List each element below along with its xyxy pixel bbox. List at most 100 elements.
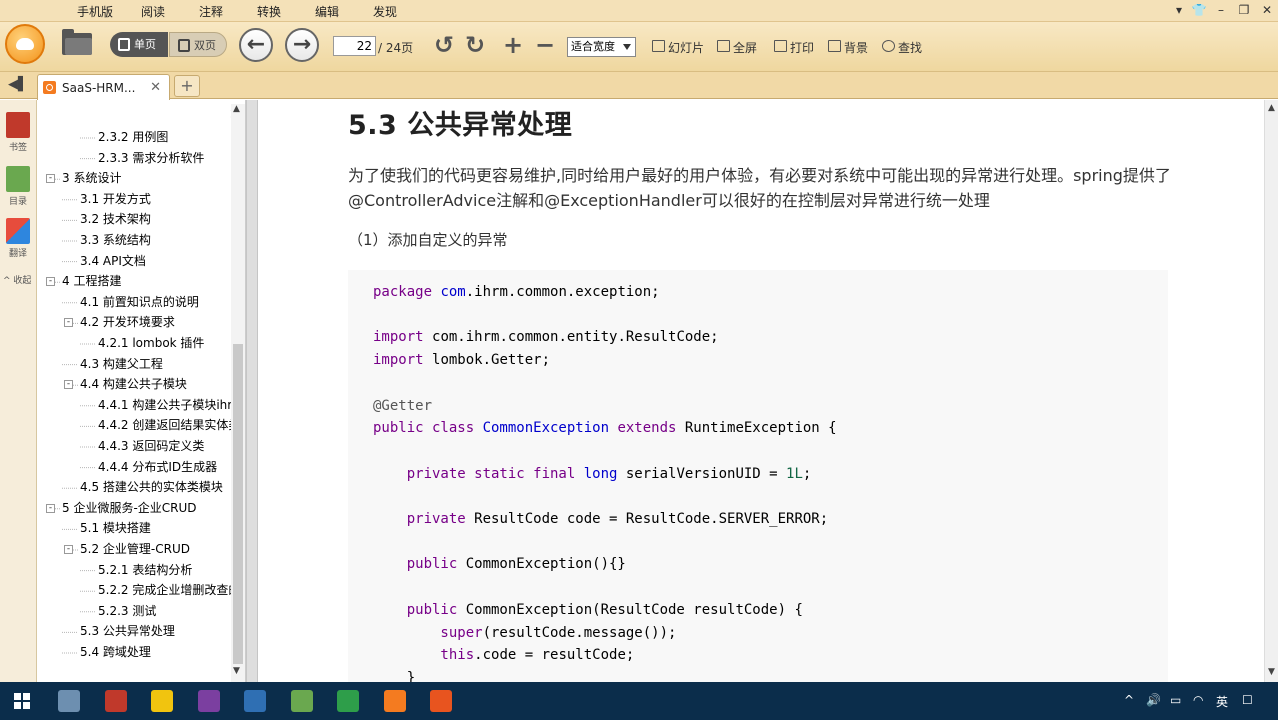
code-line: this.code = resultCode;	[373, 646, 634, 664]
open-folder-icon[interactable]	[62, 29, 92, 55]
toc-tab[interactable]: 目录	[4, 166, 32, 207]
code-line: import com.ihrm.common.entity.ResultCode…	[373, 328, 719, 346]
outline-item[interactable]: 5.1 模块搭建	[80, 519, 151, 538]
collapse-toggle-icon[interactable]: -	[46, 277, 55, 287]
find-button[interactable]: 查找	[882, 39, 922, 56]
document-scrollbar[interactable]: ▲ ▼	[1264, 100, 1278, 682]
visual-studio-app-icon[interactable]	[244, 690, 266, 712]
code-token: serialVersionUID =	[625, 465, 787, 482]
code-line: private static final long serialVersionU…	[373, 465, 812, 483]
outline-item[interactable]: 4.4.1 构建公共子模块ihrm	[98, 396, 244, 415]
maximize-icon[interactable]: ❐	[1235, 1, 1253, 19]
outline-item[interactable]: 5.2.3 测试	[98, 602, 156, 621]
outline-item[interactable]: 5 企业微服务-企业CRUD	[62, 499, 197, 518]
collapse-toggle-icon[interactable]: -	[64, 545, 73, 554]
single-page-button[interactable]: 单页	[110, 32, 168, 57]
scroll-down-icon[interactable]: ▼	[1268, 667, 1275, 677]
firefox-app-icon[interactable]	[430, 690, 452, 712]
outline-item[interactable]: 4.1 前置知识点的说明	[80, 293, 199, 312]
double-page-button[interactable]: 双页	[169, 32, 227, 57]
outline-item[interactable]: 4.2 开发环境要求	[80, 313, 175, 332]
collapse-toggle-icon[interactable]: -	[46, 174, 55, 184]
close-icon[interactable]: ✕	[1258, 1, 1276, 19]
new-tab-button[interactable]: +	[174, 75, 200, 97]
outline-item[interactable]: 4.2.1 lombok 插件	[98, 334, 204, 353]
background-button[interactable]: 背景	[828, 39, 868, 56]
network-icon[interactable]: ◠	[1193, 693, 1203, 707]
next-page-button[interactable]: →	[285, 28, 319, 62]
outline-item[interactable]: 4.4.4 分布式ID生成器	[98, 458, 217, 477]
outline-item[interactable]: 3.3 系统结构	[80, 231, 151, 250]
notification-icon[interactable]: ☐	[1242, 693, 1253, 707]
file-explorer-app-icon[interactable]	[151, 690, 173, 712]
settings-app-icon[interactable]	[58, 690, 80, 712]
bookmarks-tab[interactable]: 书签	[4, 112, 32, 153]
panel-splitter[interactable]	[246, 100, 258, 682]
outline-item[interactable]: 5.4 跨域处理	[80, 643, 151, 662]
menu-mobile[interactable]: 手机版	[77, 3, 113, 20]
intellij-app-icon[interactable]	[197, 690, 220, 712]
find-label: 查找	[898, 41, 923, 55]
outline-item[interactable]: 4.3 构建父工程	[80, 355, 163, 374]
collapse-toggle-icon[interactable]: -	[46, 503, 55, 513]
print-button[interactable]: 打印	[774, 39, 814, 56]
outline-item[interactable]: 3 系统设计	[62, 169, 121, 188]
outline-item[interactable]: 2.3.2 用例图	[98, 128, 168, 147]
code-line: package com.ihrm.common.exception;	[373, 283, 660, 301]
battery-icon[interactable]: ▭	[1170, 693, 1181, 707]
shirt-icon[interactable]: 👕	[1190, 1, 1208, 19]
notepad-app-icon[interactable]	[290, 690, 313, 712]
minimize-icon[interactable]: –	[1212, 1, 1230, 19]
outline-item[interactable]: 5.2.2 完成企业增删改查的	[98, 581, 240, 600]
menu-edit[interactable]: 编辑	[315, 3, 339, 20]
outline-item[interactable]: 5.3 公共异常处理	[80, 622, 175, 641]
outline-scroll-thumb[interactable]	[233, 344, 243, 664]
pdf-reader-app-icon[interactable]	[383, 690, 406, 712]
scroll-up-icon[interactable]: ▲	[233, 104, 240, 114]
outline-item[interactable]: 5.2 企业管理-CRUD	[80, 540, 190, 559]
slideshow-button[interactable]: 幻灯片	[652, 39, 704, 56]
outline-item[interactable]: 4.5 搭建公共的实体类模块	[80, 478, 223, 497]
code-token: public	[373, 601, 466, 618]
zoom-out-icon[interactable]: −	[535, 32, 555, 58]
scroll-up-icon[interactable]: ▲	[1268, 103, 1275, 113]
collapse-toggle-icon[interactable]: -	[64, 380, 73, 390]
menu-discover[interactable]: 发现	[373, 3, 397, 20]
tab-close-icon[interactable]: ✕	[150, 80, 161, 95]
outline-item[interactable]: 3.1 开发方式	[80, 190, 151, 209]
outline-scrollbar[interactable]: ▲ ▼	[231, 104, 245, 682]
ime-indicator[interactable]: 英	[1216, 693, 1228, 710]
app-logo-icon[interactable]	[5, 24, 45, 64]
outline-item[interactable]: 4.4 构建公共子模块	[80, 375, 187, 394]
outline-item[interactable]: 3.4 API文档	[80, 252, 146, 271]
chrome-app-icon[interactable]	[337, 690, 359, 712]
collapse-button[interactable]: ^ 收起	[3, 273, 31, 286]
outline-item[interactable]: 4.4.2 创建返回结果实体类	[98, 416, 240, 435]
prev-page-button[interactable]: ←	[239, 28, 273, 62]
page-number-input[interactable]: 22	[333, 36, 376, 56]
tab-bar: ◀▌ SaaS-HRM... ✕ +	[0, 72, 1278, 100]
volume-icon[interactable]: 🔊	[1146, 693, 1161, 707]
tray-chevron-icon[interactable]: ^	[1124, 693, 1134, 707]
outline-item[interactable]: 4 工程搭建	[62, 272, 121, 291]
collapse-toggle-icon[interactable]: -	[64, 318, 73, 328]
tab-document[interactable]: SaaS-HRM... ✕	[37, 74, 170, 100]
menu-convert[interactable]: 转换	[257, 3, 281, 20]
windows-start-icon[interactable]	[14, 693, 30, 709]
rotate-left-icon[interactable]: ↺	[434, 32, 454, 58]
skin-dropdown-icon[interactable]: ▾	[1170, 1, 1188, 19]
zoom-in-icon[interactable]: +	[503, 32, 523, 58]
back-arrow-icon[interactable]: ◀▌	[8, 77, 28, 92]
menu-annotate[interactable]: 注释	[199, 3, 223, 20]
outline-item[interactable]: 3.2 技术架构	[80, 210, 151, 229]
scroll-down-icon[interactable]: ▼	[233, 666, 240, 676]
fullscreen-button[interactable]: 全屏	[717, 39, 757, 56]
rotate-right-icon[interactable]: ↻	[465, 32, 485, 58]
outline-item[interactable]: 5.2.1 表结构分析	[98, 561, 192, 580]
outline-item[interactable]: 2.3.3 需求分析软件	[98, 149, 204, 168]
menu-read[interactable]: 阅读	[141, 3, 165, 20]
fit-mode-select[interactable]: 适合宽度	[567, 37, 636, 57]
translate-tab[interactable]: 翻译	[4, 218, 32, 259]
outline-item[interactable]: 4.4.3 返回码定义类	[98, 437, 204, 456]
paint-app-icon[interactable]	[104, 690, 127, 712]
